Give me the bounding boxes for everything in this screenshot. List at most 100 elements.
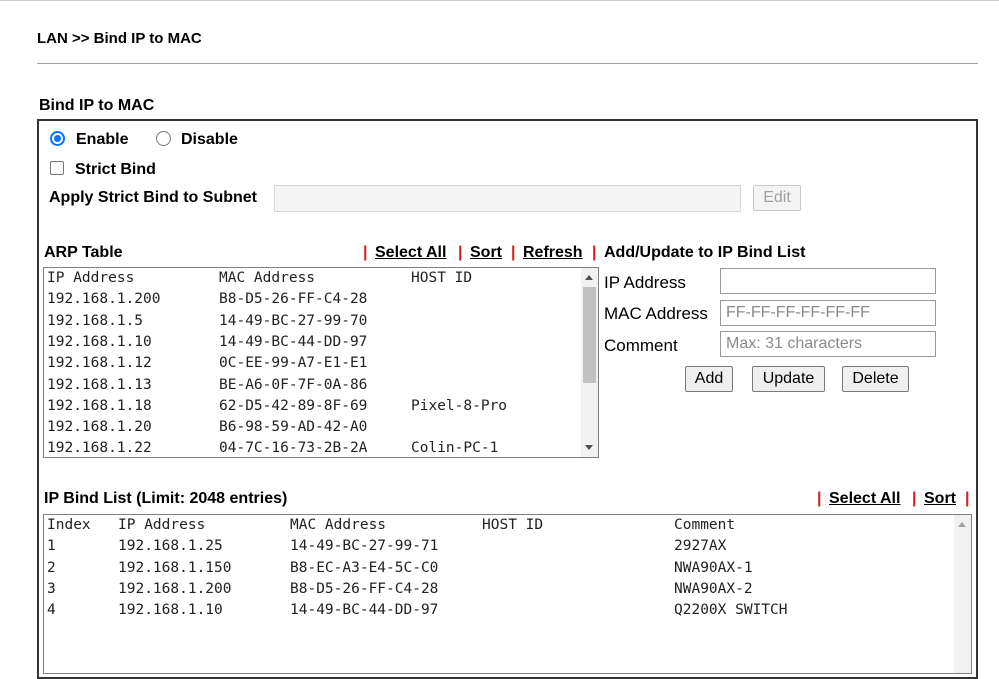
bind-mac: 14-49-BC-44-DD-97 (290, 602, 439, 619)
separator: | (912, 490, 917, 507)
bind-ip: 192.168.1.25 (118, 538, 223, 555)
arp-row[interactable]: 192.168.1.200 B8-D5-26-FF-C4-28 (47, 289, 367, 310)
bind-comment: Q2200X SWITCH (674, 602, 788, 619)
arp-row[interactable]: 192.168.1.10 14-49-BC-44-DD-97 (47, 332, 367, 353)
bind-sort-link[interactable]: Sort (924, 490, 956, 508)
bind-mac: 14-49-BC-27-99-71 (290, 538, 439, 555)
arp-refresh-link[interactable]: Refresh (523, 244, 583, 262)
bind-list-scrollbar[interactable] (954, 515, 971, 673)
enable-radio[interactable] (50, 131, 65, 146)
separator: | (965, 490, 970, 507)
bind-select-all-link[interactable]: Select All (829, 490, 900, 508)
subnet-label: Apply Strict Bind to Subnet (49, 189, 257, 206)
separator: | (511, 244, 516, 261)
bind-ip: 192.168.1.200 (118, 580, 232, 597)
arp-mac: B6-98-59-AD-42-A0 (219, 419, 368, 436)
bind-row[interactable]: 3 192.168.1.200 B8-D5-26-FF-C4-28 NWA90A… (47, 579, 753, 600)
arp-row[interactable]: 192.168.1.12 0C-EE-99-A7-E1-E1 (47, 353, 367, 374)
strict-bind-label: Strict Bind (75, 161, 156, 178)
bind-comment: NWA90AX-2 (674, 580, 753, 597)
bind-index: 1 (47, 538, 56, 555)
column-header: IP Address (47, 270, 135, 286)
arp-row[interactable]: 192.168.1.18 62-D5-42-89-8F-69 Pixel-8-P… (47, 396, 507, 417)
arp-host: Pixel-8-Pro (411, 397, 508, 414)
add-update-title: Add/Update to IP Bind List (604, 244, 806, 261)
add-button[interactable]: Add (685, 366, 733, 392)
enable-label: Enable (76, 131, 129, 148)
bind-ip: 192.168.1.150 (118, 559, 232, 576)
column-header: Index (47, 517, 91, 533)
arp-table-title: ARP Table (44, 244, 123, 261)
arp-ip: 192.168.1.13 (47, 376, 152, 393)
arp-mac: 0C-EE-99-A7-E1-E1 (219, 355, 368, 372)
bind-comment: 2927AX (674, 538, 727, 555)
ip-bind-listbox[interactable]: Index IP Address MAC Address HOST ID Com… (43, 514, 972, 674)
ip-address-label: IP Address (604, 273, 686, 292)
top-border (0, 0, 999, 1)
bind-index: 4 (47, 602, 56, 619)
arp-ip: 192.168.1.5 (47, 312, 144, 329)
column-header: MAC Address (290, 517, 387, 533)
disable-radio[interactable] (156, 131, 171, 146)
arp-ip: 192.168.1.200 (47, 291, 161, 308)
arp-row[interactable]: 192.168.1.22 04-7C-16-73-2B-2A Colin-PC-… (47, 438, 498, 457)
delete-button[interactable]: Delete (842, 366, 909, 392)
separator: | (458, 244, 463, 261)
bind-row[interactable]: 4 192.168.1.10 14-49-BC-44-DD-97 Q2200X … (47, 600, 788, 621)
scroll-thumb[interactable] (583, 287, 596, 383)
bind-list-header: Index IP Address MAC Address HOST ID Com… (47, 515, 735, 536)
arp-ip: 192.168.1.20 (47, 419, 152, 436)
separator: | (817, 490, 822, 507)
arp-ip: 192.168.1.18 (47, 397, 152, 414)
ip-address-input[interactable] (720, 268, 936, 294)
arp-table-header: IP Address MAC Address HOST ID (47, 268, 472, 289)
column-header: HOST ID (482, 517, 544, 533)
arp-mac: 14-49-BC-44-DD-97 (219, 333, 368, 350)
bind-mac: B8-D5-26-FF-C4-28 (290, 580, 439, 597)
mac-address-input[interactable] (720, 300, 936, 326)
arp-table-listbox[interactable]: IP Address MAC Address HOST ID 192.168.1… (43, 267, 599, 458)
column-header: IP Address (118, 517, 206, 533)
bind-ip: 192.168.1.10 (118, 602, 223, 619)
column-header: HOST ID (411, 270, 473, 286)
title-divider (37, 63, 978, 64)
mac-address-label: MAC Address (604, 304, 708, 323)
arp-row[interactable]: 192.168.1.20 B6-98-59-AD-42-A0 (47, 417, 367, 438)
edit-button[interactable]: Edit (753, 185, 801, 211)
scroll-up-icon[interactable] (585, 275, 593, 280)
arp-ip: 192.168.1.10 (47, 333, 152, 350)
arp-row[interactable]: 192.168.1.5 14-49-BC-27-99-70 (47, 311, 367, 332)
arp-mac: 04-7C-16-73-2B-2A (219, 440, 368, 457)
section-title: Bind IP to MAC (39, 97, 155, 114)
bind-mac: B8-EC-A3-E4-5C-C0 (290, 559, 439, 576)
update-button[interactable]: Update (752, 366, 825, 392)
bind-row[interactable]: 2 192.168.1.150 B8-EC-A3-E4-5C-C0 NWA90A… (47, 558, 753, 579)
scroll-up-icon[interactable] (958, 522, 966, 527)
bind-comment: NWA90AX-1 (674, 559, 753, 576)
comment-input[interactable] (720, 331, 936, 357)
scroll-down-icon[interactable] (585, 445, 593, 450)
arp-mac: 14-49-BC-27-99-70 (219, 312, 368, 329)
column-header: Comment (674, 517, 736, 533)
page-breadcrumb: LAN >> Bind IP to MAC (37, 30, 202, 47)
arp-mac: B8-D5-26-FF-C4-28 (219, 291, 368, 308)
arp-sort-link[interactable]: Sort (470, 244, 502, 262)
arp-row[interactable]: 192.168.1.13 BE-A6-0F-7F-0A-86 (47, 375, 367, 396)
arp-mac: 62-D5-42-89-8F-69 (219, 397, 368, 414)
column-header: MAC Address (219, 270, 316, 286)
arp-scrollbar[interactable] (581, 268, 598, 457)
bind-index: 3 (47, 580, 56, 597)
separator: | (592, 244, 597, 261)
subnet-input[interactable] (274, 185, 741, 212)
arp-ip: 192.168.1.12 (47, 355, 152, 372)
arp-host: Colin-PC-1 (411, 440, 499, 457)
arp-mac: BE-A6-0F-7F-0A-86 (219, 376, 368, 393)
comment-label: Comment (604, 336, 678, 355)
bind-row[interactable]: 1 192.168.1.25 14-49-BC-27-99-71 2927AX (47, 536, 726, 557)
disable-label: Disable (181, 131, 238, 148)
separator: | (363, 244, 368, 261)
bind-index: 2 (47, 559, 56, 576)
strict-bind-checkbox[interactable] (50, 161, 64, 175)
arp-ip: 192.168.1.22 (47, 440, 152, 457)
arp-select-all-link[interactable]: Select All (375, 244, 446, 262)
